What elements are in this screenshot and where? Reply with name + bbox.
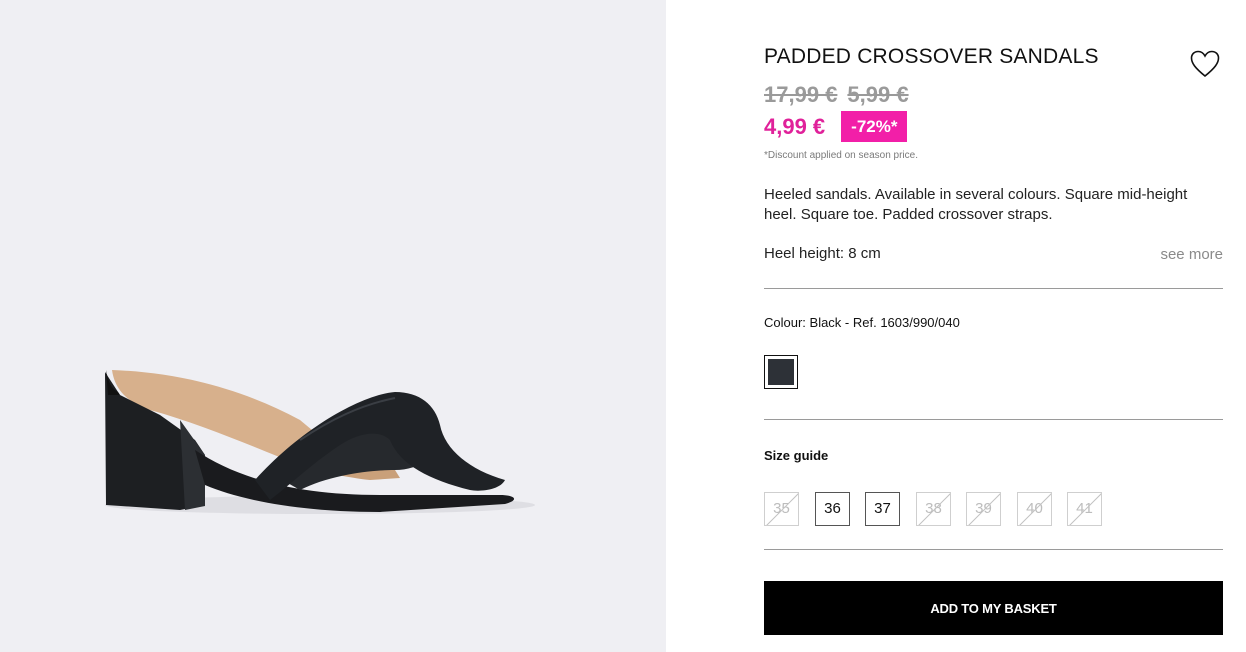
discount-note: *Discount applied on season price. (764, 150, 918, 161)
see-more-link[interactable]: see more (1160, 246, 1223, 263)
heart-icon (1190, 50, 1220, 78)
size-option-40: 40 (1017, 492, 1052, 526)
divider (764, 288, 1223, 289)
original-prices: 17,99 € 5,99 € (764, 82, 909, 108)
divider (764, 419, 1223, 420)
size-option-39: 39 (966, 492, 1001, 526)
product-image-panel[interactable] (0, 0, 666, 652)
current-price-row: 4,99 € -72%* (764, 111, 908, 142)
size-option-38: 38 (916, 492, 951, 526)
original-price: 17,99 € (764, 82, 838, 107)
wishlist-button[interactable] (1190, 50, 1220, 78)
size-option-35: 35 (764, 492, 799, 526)
discount-badge: -72%* (841, 111, 908, 142)
swatch-fill (768, 359, 794, 385)
size-option-36[interactable]: 36 (815, 492, 850, 526)
colour-swatch-black[interactable] (764, 355, 798, 389)
size-guide-link[interactable]: Size guide (764, 448, 828, 463)
size-option-41: 41 (1067, 492, 1102, 526)
heel-height: Heel height: 8 cm (764, 245, 881, 262)
product-title: PADDED CROSSOVER SANDALS (764, 45, 1099, 68)
add-to-basket-button[interactable]: ADD TO MY BASKET (764, 581, 1223, 635)
divider (764, 549, 1223, 550)
product-details: PADDED CROSSOVER SANDALS 17,99 € 5,99 € … (764, 0, 1223, 652)
product-description: Heeled sandals. Available in several col… (764, 186, 1188, 223)
product-image (105, 370, 535, 514)
size-option-37[interactable]: 37 (865, 492, 900, 526)
colour-label: Colour: Black - Ref. 1603/990/040 (764, 315, 960, 330)
season-price: 5,99 € (847, 82, 909, 107)
current-price: 4,99 € (764, 113, 826, 139)
